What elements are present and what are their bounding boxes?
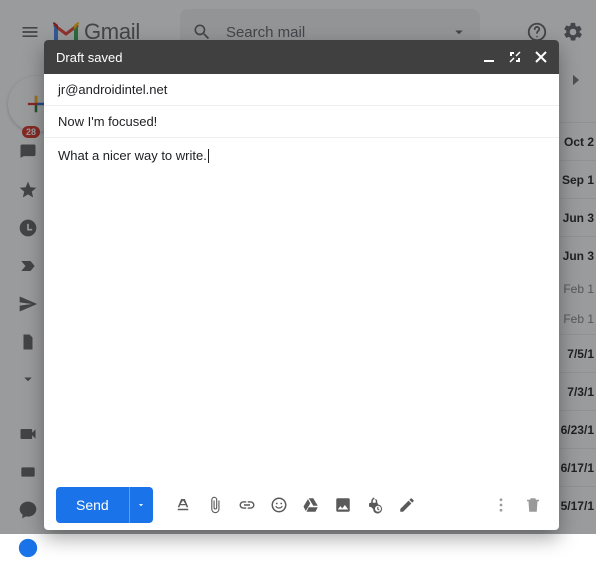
- minimize-icon: [483, 51, 495, 63]
- compose-title: Draft saved: [56, 50, 122, 65]
- to-field[interactable]: jr@androidintel.net: [44, 74, 559, 106]
- to-value: jr@androidintel.net: [58, 82, 167, 97]
- more-options-button[interactable]: [487, 491, 515, 519]
- emoji-icon: [270, 496, 288, 514]
- text-format-icon: [174, 496, 192, 514]
- fullscreen-exit-icon: [509, 51, 521, 63]
- attach-button[interactable]: [201, 491, 229, 519]
- paperclip-icon: [206, 496, 224, 514]
- signature-button[interactable]: [393, 491, 421, 519]
- drive-button[interactable]: [297, 491, 325, 519]
- subject-field[interactable]: Now I'm focused!: [44, 106, 559, 138]
- send-button-group: Send: [56, 487, 153, 523]
- compose-header[interactable]: Draft saved: [44, 40, 559, 74]
- link-icon: [238, 496, 256, 514]
- text-cursor: [208, 149, 209, 163]
- pen-icon: [398, 496, 416, 514]
- confidential-button[interactable]: [361, 491, 389, 519]
- send-button[interactable]: Send: [56, 487, 129, 523]
- sidebar-avatar[interactable]: [18, 538, 38, 558]
- formatting-button[interactable]: [169, 491, 197, 519]
- minimize-button[interactable]: [483, 51, 495, 63]
- compose-toolbar: Send: [44, 480, 559, 530]
- more-vert-icon: [492, 496, 510, 514]
- body-text: What a nicer way to write.: [58, 148, 207, 163]
- body-field[interactable]: What a nicer way to write.: [44, 138, 559, 480]
- send-options-button[interactable]: [129, 487, 153, 523]
- close-button[interactable]: [535, 51, 547, 63]
- image-icon: [334, 496, 352, 514]
- subject-value: Now I'm focused!: [58, 114, 157, 129]
- emoji-button[interactable]: [265, 491, 293, 519]
- link-button[interactable]: [233, 491, 261, 519]
- avatar-icon: [18, 537, 38, 559]
- caret-down-icon: [136, 500, 146, 510]
- fullscreen-exit-button[interactable]: [509, 51, 521, 63]
- discard-button[interactable]: [519, 491, 547, 519]
- drive-icon: [302, 496, 320, 514]
- photo-button[interactable]: [329, 491, 357, 519]
- trash-icon: [524, 496, 542, 514]
- lock-clock-icon: [366, 496, 384, 514]
- close-icon: [535, 51, 547, 63]
- compose-window: Draft saved jr@androidintel.net Now I'm …: [44, 40, 559, 530]
